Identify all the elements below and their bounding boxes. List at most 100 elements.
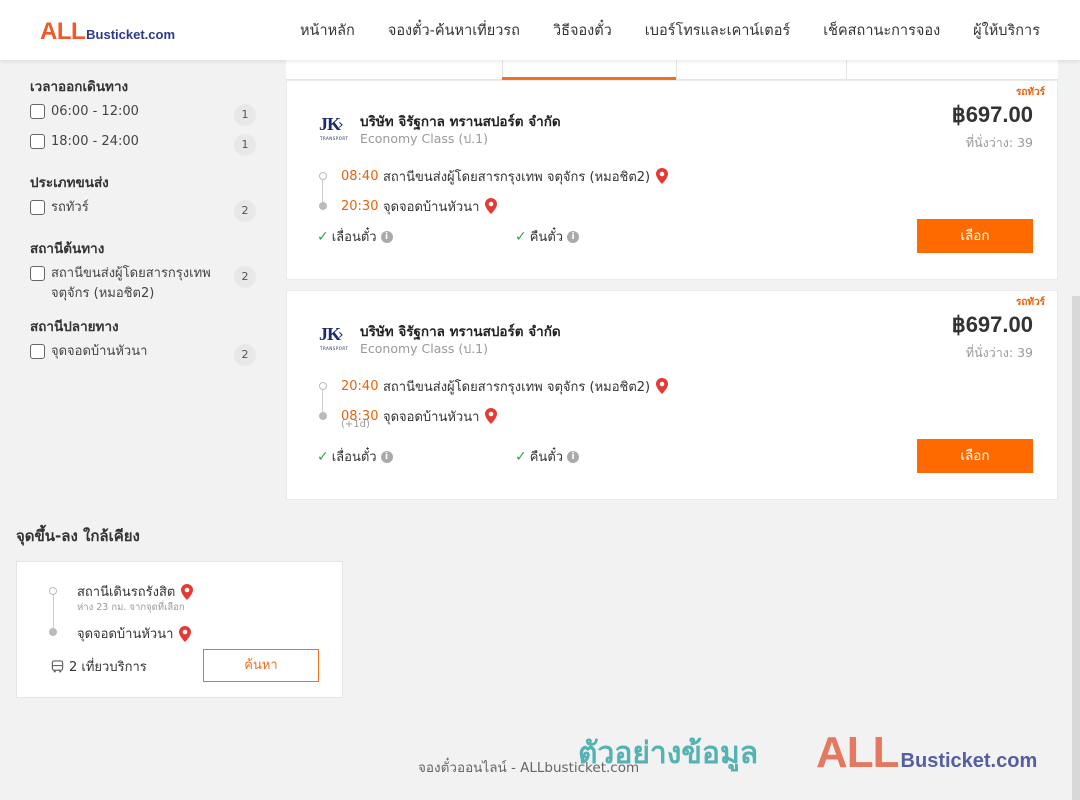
nearby-card: สถานีเดินรถรังสิต ห่าง 23 กม. จากจุดที่เ… [16, 561, 343, 698]
feature-label: คืนตั๋ว [529, 450, 564, 465]
arrival-place-text: จุดจอดบ้านหัวนา [383, 199, 480, 215]
tab-divider [846, 60, 847, 79]
filter-option[interactable]: สถานีขนส่งผู้โดยสารกรุงเทพ จตุจักร (หมอช… [30, 264, 256, 306]
map-pin-icon[interactable] [656, 378, 669, 394]
timeline-line [53, 594, 54, 630]
nav-how-to-book[interactable]: วิธีจองตั๋ว [553, 19, 612, 42]
bus-type-tag: รถทัวร์ [1015, 297, 1045, 308]
nearby-trip-count-text: 2 เที่ยวบริการ [69, 660, 147, 675]
map-pin-icon[interactable] [485, 198, 498, 214]
trip-price: ฿697.00 [951, 102, 1033, 127]
nearby-search-button[interactable]: ค้นหา [203, 649, 319, 682]
sort-tabs [286, 60, 1058, 80]
filter-checkbox[interactable] [30, 200, 45, 215]
feature-label: เลื่อนตั๋ว [331, 450, 377, 465]
filter-option-label[interactable]: จุดจอดบ้านหัวนา [51, 342, 221, 362]
nearby-from: สถานีเดินรถรังสิต [77, 581, 194, 602]
filter-transport-type: ประเภทขนส่ง รถทัวร์ 2 [30, 172, 256, 228]
filter-checkbox[interactable] [30, 266, 45, 281]
bus-icon [51, 660, 64, 673]
logo-rest-text: Busticket.com [86, 27, 176, 42]
seats-available: ที่นั่งว่าง: 39 [965, 135, 1033, 150]
map-pin-icon[interactable] [179, 625, 192, 642]
filter-count-badge: 1 [234, 104, 256, 126]
nearby-from-text: สถานีเดินรถรังสิต [77, 585, 176, 600]
main-nav: หน้าหลัก จองตั๋ว-ค้นหาเที่ยวรถ วิธีจองตั… [267, 0, 1040, 60]
operator-logo-text: JK [319, 114, 341, 134]
arrival-place: จุดจอดบ้านหัวนา [383, 406, 498, 427]
nearby-title: จุดขึ้น-ลง ใกล้เคียง [16, 527, 140, 545]
operator-logo: JK › TRANSPORT [319, 324, 349, 352]
trip-card: รถทัวร์ JK › TRANSPORT บริษัท จิรัฐกาล ท… [286, 290, 1058, 500]
filter-option[interactable]: 06:00 - 12:00 1 [30, 102, 256, 132]
seat-class: Economy Class (ป.1) [360, 341, 489, 356]
info-icon[interactable]: i [567, 450, 580, 463]
departure-time: 20:40 [341, 378, 379, 394]
arrival-dot [319, 412, 327, 420]
operator-logo-text: JK [319, 324, 341, 344]
select-trip-button[interactable]: เลือก [917, 219, 1033, 253]
nearby-trip-count: 2 เที่ยวบริการ [51, 656, 147, 677]
check-icon: ✓ [317, 228, 329, 245]
filter-title: เวลาออกเดินทาง [30, 79, 129, 95]
filter-sidebar: เวลาออกเดินทาง 06:00 - 12:00 1 18:00 - 2… [30, 76, 256, 382]
arrival-place: จุดจอดบ้านหัวนา [383, 196, 498, 217]
top-header: ALL Busticket.com หน้าหลัก จองตั๋ว-ค้นหา… [0, 0, 1080, 60]
feature-label: เลื่อนตั๋ว [331, 230, 377, 245]
nav-operators[interactable]: ผู้ให้บริการ [973, 19, 1040, 42]
map-pin-icon[interactable] [181, 583, 194, 600]
swoosh-icon: › [338, 117, 344, 133]
map-pin-icon[interactable] [485, 408, 498, 424]
filter-option-label[interactable]: รถทัวร์ [51, 198, 221, 218]
nav-home[interactable]: หน้าหลัก [300, 19, 355, 42]
filter-checkbox[interactable] [30, 104, 45, 119]
nav-book-search[interactable]: จองตั๋ว-ค้นหาเที่ยวรถ [388, 19, 520, 42]
info-icon[interactable]: i [380, 450, 393, 463]
feature-refund: ✓ คืนตั๋ว i [515, 226, 580, 247]
filter-option[interactable]: รถทัวร์ 2 [30, 198, 256, 228]
filter-option[interactable]: จุดจอดบ้านหัวนา 2 [30, 342, 256, 372]
filter-count-badge: 1 [234, 134, 256, 156]
watermark-rest: Busticket.com [900, 750, 1038, 772]
watermark-logo: ALL Busticket.com [816, 728, 1037, 778]
filter-option[interactable]: 18:00 - 24:00 1 [30, 132, 256, 162]
operator-logo-sub: TRANSPORT [320, 346, 349, 351]
info-icon[interactable]: i [380, 230, 393, 243]
watermark-all: ALL [816, 728, 900, 777]
departure-time: 08:40 [341, 168, 379, 184]
select-trip-button[interactable]: เลือก [917, 439, 1033, 473]
trip-card: รถทัวร์ JK › TRANSPORT บริษัท จิรัฐกาล ท… [286, 80, 1058, 280]
filter-checkbox[interactable] [30, 344, 45, 359]
filter-checkbox[interactable] [30, 134, 45, 149]
operator-logo: JK › TRANSPORT [319, 114, 349, 142]
swoosh-icon: › [338, 327, 344, 343]
watermark-text: ตัวอย่างข้อมูล [578, 736, 759, 771]
departure-place-text: สถานีขนส่งผู้โดยสารกรุงเทพ จตุจักร (หมอช… [383, 379, 651, 395]
nav-check-booking[interactable]: เช็คสถานะการจอง [823, 19, 940, 42]
departure-dot [319, 382, 327, 390]
nearby-to-text: จุดจอดบ้านหัวนา [77, 627, 174, 642]
check-icon: ✓ [515, 228, 527, 245]
arrival-dot [319, 202, 327, 210]
plus-day-note: (+1d) [341, 419, 370, 430]
filter-title: ประเภทขนส่ง [30, 175, 109, 191]
feature-label: คืนตั๋ว [529, 230, 564, 245]
departure-dot [319, 172, 327, 180]
filter-option-label[interactable]: 06:00 - 12:00 [51, 102, 221, 122]
info-icon[interactable]: i [567, 230, 580, 243]
bus-type-tag: รถทัวร์ [1015, 87, 1045, 98]
nearby-to: จุดจอดบ้านหัวนา [77, 623, 192, 644]
site-logo[interactable]: ALL Busticket.com [40, 18, 175, 46]
map-pin-icon[interactable] [656, 168, 669, 184]
filter-option-label[interactable]: สถานีขนส่งผู้โดยสารกรุงเทพ จตุจักร (หมอช… [51, 264, 221, 304]
route-timeline: 08:40 สถานีขนส่งผู้โดยสารกรุงเทพ จตุจักร… [317, 161, 777, 221]
check-icon: ✓ [515, 448, 527, 465]
page-scrollbar[interactable] [1072, 296, 1080, 800]
to-dot [49, 628, 57, 636]
filter-count-badge: 2 [234, 266, 256, 288]
tab-divider [676, 60, 677, 79]
nearby-distance: ห่าง 23 กม. จากจุดที่เลือก [77, 602, 185, 613]
arrival-time: 20:30 [341, 198, 379, 214]
filter-option-label[interactable]: 18:00 - 24:00 [51, 132, 221, 152]
nav-contact-counters[interactable]: เบอร์โทรและเคาน์เตอร์ [645, 19, 790, 42]
